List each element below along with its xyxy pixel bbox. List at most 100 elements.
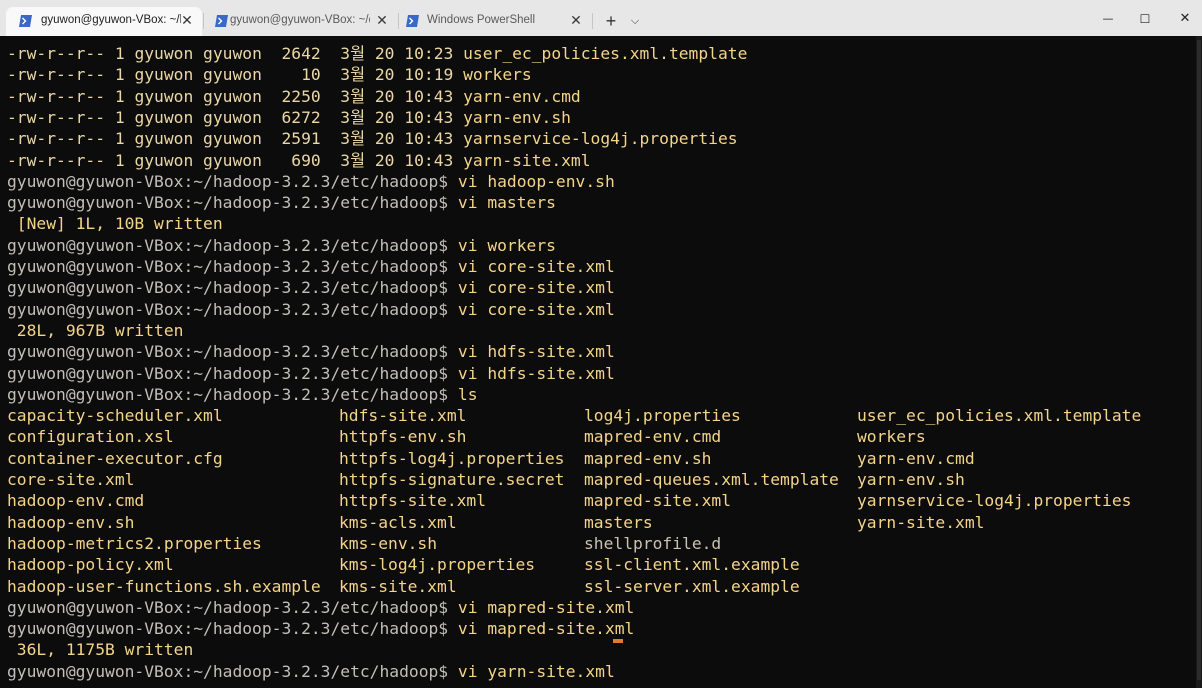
ls-entry: httpfs-signature.secret [339,470,565,489]
shell-prompt: gyuwon@gyuwon-VBox:~/hadoop-3.2.3/etc/ha… [7,342,458,362]
ls-entry: kms-site.xml [339,576,457,596]
file-owner: gyuwon gyuwon [134,107,272,127]
file-date: 3월 20 10:43 [340,107,464,127]
file-listing-row: -rw-r--r-- 1 gyuwon gyuwon 2591 3월 20 10… [7,128,738,149]
terminal-window: gyuwon@gyuwon-VBox: ~/h ✕ gyuwon@gyuwon-… [0,0,1202,688]
output-text: 28L, 967B written [7,320,184,340]
file-permissions: -rw-r--r-- 1 [7,107,135,127]
shell-prompt: gyuwon@gyuwon-VBox:~/hadoop-3.2.3/etc/ha… [7,384,458,404]
output-text: 36L, 1175B written [7,640,194,660]
file-owner: gyuwon gyuwon [134,86,272,106]
shell-prompt: gyuwon@gyuwon-VBox:~/hadoop-3.2.3/etc/ha… [7,299,458,319]
ls-entry: kms-acls.xml [339,512,457,532]
ls-entry: user_ec_policies.xml.template [857,406,1142,426]
command-text: vi core-site.xml [457,299,615,319]
tab-inactive[interactable]: gyuwon@gyuwon-VBox: ~/da ✕ [202,7,398,36]
shell-prompt: gyuwon@gyuwon-VBox:~/hadoop-3.2.3/etc/ha… [7,278,458,298]
close-tab-icon[interactable]: ✕ [373,11,391,29]
file-permissions: -rw-r--r-- 1 [7,44,135,63]
ls-entry: hadoop-user-functions.sh.example [7,576,321,596]
prompt-line: gyuwon@gyuwon-VBox:~/hadoop-3.2.3/etc/ha… [7,363,615,384]
tab-dropdown-icon[interactable]: ⌵ [628,12,642,30]
ls-entry: core-site.xml [7,470,135,489]
prompt-line: gyuwon@gyuwon-VBox:~/hadoop-3.2.3/etc/ha… [7,618,634,639]
shell-prompt: gyuwon@gyuwon-VBox:~/hadoop-3.2.3/etc/ha… [7,257,458,276]
command-text: ls [457,384,478,404]
prompt-line: gyuwon@gyuwon-VBox:~/hadoop-3.2.3/etc/ha… [7,299,615,320]
command-text: vi workers [457,235,556,255]
shell-prompt: gyuwon@gyuwon-VBox:~/hadoop-3.2.3/etc/ha… [7,597,458,617]
terminal-output[interactable]: -rw-r--r-- 1 gyuwon gyuwon 2642 3월 20 10… [0,36,1196,688]
file-date: 3월 20 10:23 [340,44,464,63]
file-size: 2250 [271,86,341,106]
ls-entry: hadoop-metrics2.properties [7,533,262,553]
tab-bar: gyuwon@gyuwon-VBox: ~/h ✕ gyuwon@gyuwon-… [0,0,1202,36]
command-text: vi hdfs-site.xml [457,363,615,383]
ls-entry: yarnservice-log4j.properties [857,491,1132,511]
file-size: 2642 [271,44,341,63]
shell-prompt: gyuwon@gyuwon-VBox:~/hadoop-3.2.3/etc/ha… [7,661,458,681]
file-date: 3월 20 10:19 [340,65,464,85]
tab-inactive[interactable]: Windows PowerShell ✕ [396,7,592,36]
prompt-line: gyuwon@gyuwon-VBox:~/hadoop-3.2.3/etc/ha… [7,384,478,405]
file-permissions: -rw-r--r-- 1 [7,150,135,170]
file-listing-row: -rw-r--r-- 1 gyuwon gyuwon 2642 3월 20 10… [7,43,747,64]
shell-prompt: gyuwon@gyuwon-VBox:~/hadoop-3.2.3/etc/ha… [7,193,458,213]
file-permissions: -rw-r--r-- 1 [7,129,135,149]
file-name: yarn-env.cmd [463,86,581,106]
shell-prompt: gyuwon@gyuwon-VBox:~/hadoop-3.2.3/etc/ha… [7,171,458,191]
ls-entry: httpfs-site.xml [339,491,487,511]
command-text: vi mapred-site.xml [457,597,635,617]
ls-entry: yarn-env.sh [857,470,965,489]
new-tab-button[interactable]: + [602,12,620,30]
ls-entry: workers [857,427,926,447]
ls-entry: configuration.xsl [7,427,174,447]
tab-active[interactable]: gyuwon@gyuwon-VBox: ~/h ✕ [6,7,202,36]
close-window-button[interactable]: ✕ [1162,7,1202,31]
file-date: 3월 20 10:43 [340,129,464,149]
ls-entry: shellprofile.d [584,533,722,553]
command-output: 28L, 967B written [7,320,184,341]
close-tab-icon[interactable]: ✕ [178,11,196,29]
file-permissions: -rw-r--r-- 1 [7,65,135,85]
file-size: 6272 [271,107,341,127]
file-size: 690 [271,150,341,170]
file-listing-row: -rw-r--r-- 1 gyuwon gyuwon 690 3월 20 10:… [7,150,591,171]
ls-entry: ssl-client.xml.example [584,555,800,575]
command-text: vi mapred-site.xml [457,619,635,639]
prompt-line: gyuwon@gyuwon-VBox:~/hadoop-3.2.3/etc/ha… [7,192,556,213]
ls-entry: httpfs-env.sh [339,427,467,447]
text-cursor [613,639,623,643]
shell-prompt: gyuwon@gyuwon-VBox:~/hadoop-3.2.3/etc/ha… [7,363,458,383]
file-permissions: -rw-r--r-- 1 [7,86,135,106]
ls-entry: container-executor.cfg [7,448,223,468]
ls-entry: hadoop-env.cmd [7,491,145,511]
command-output: [New] 1L, 10B written [7,213,223,234]
ls-entry: yarn-site.xml [857,512,985,532]
command-output: 36L, 1175B written [7,639,193,660]
file-name: workers [463,65,532,85]
close-tab-icon[interactable]: ✕ [567,11,585,29]
file-size: 2591 [271,129,341,149]
file-owner: gyuwon gyuwon [134,129,272,149]
file-name: yarn-env.sh [463,107,571,127]
file-name: user_ec_policies.xml.template [463,44,748,63]
prompt-line: gyuwon@gyuwon-VBox:~/hadoop-3.2.3/etc/ha… [7,171,615,192]
prompt-line: gyuwon@gyuwon-VBox:~/hadoop-3.2.3/etc/ha… [7,277,615,298]
file-listing-row: -rw-r--r-- 1 gyuwon gyuwon 2250 3월 20 10… [7,86,581,107]
command-text: vi hadoop-env.sh [457,171,615,191]
ls-entry: hadoop-env.sh [7,512,135,532]
command-text: vi hdfs-site.xml [457,342,615,362]
ls-entry: httpfs-log4j.properties [339,448,565,468]
file-listing-row: -rw-r--r-- 1 gyuwon gyuwon 6272 3월 20 10… [7,107,571,128]
scrollbar-thumb[interactable] [1197,40,1201,680]
powershell-icon [215,15,228,27]
ls-entry: mapred-queues.xml.template [584,470,839,489]
ls-entry: kms-env.sh [339,533,438,553]
prompt-line: gyuwon@gyuwon-VBox:~/hadoop-3.2.3/etc/ha… [7,597,634,618]
file-owner: gyuwon gyuwon [134,150,272,170]
command-text: vi core-site.xml [457,278,615,298]
tab-title: gyuwon@gyuwon-VBox: ~/h [41,14,181,26]
ls-entry: ssl-server.xml.example [584,576,800,596]
file-listing-row: -rw-r--r-- 1 gyuwon gyuwon 10 3월 20 10:1… [7,64,532,85]
